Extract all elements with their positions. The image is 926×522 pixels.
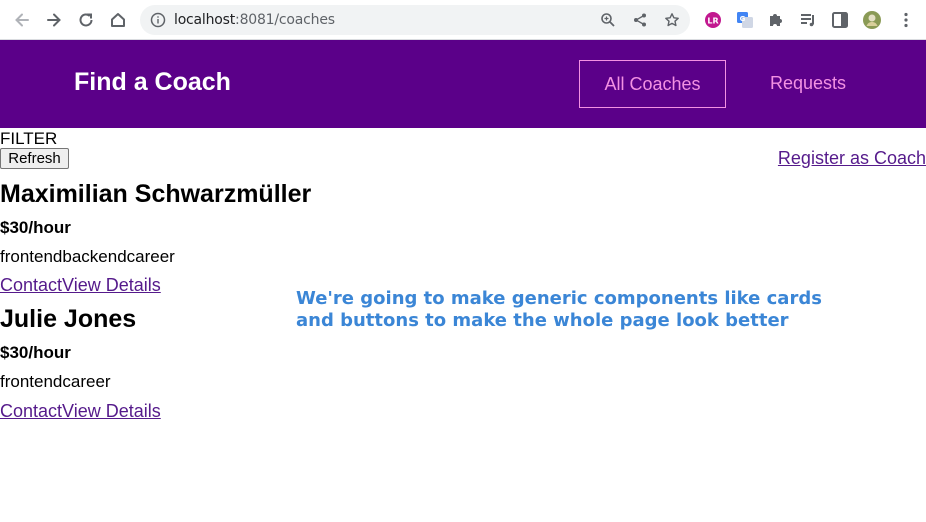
forward-arrow-icon (47, 13, 61, 27)
coach-areas: frontendbackendcareer (0, 247, 175, 266)
annotation-caption: We're going to make generic components l… (296, 288, 896, 332)
puzzle-extensions-icon[interactable] (766, 10, 786, 30)
zoom-icon[interactable] (600, 12, 616, 28)
refresh-button[interactable]: Refresh (0, 148, 69, 169)
view-details-link[interactable]: View Details (62, 275, 161, 295)
coach-areas: frontendcareer (0, 372, 111, 391)
app-title[interactable]: Find a Coach (74, 68, 231, 97)
url-text: localhost:8081/coaches (174, 12, 335, 28)
reading-list-icon[interactable] (798, 10, 818, 30)
nav-all-coaches[interactable]: All Coaches (579, 60, 726, 108)
contact-link[interactable]: Contact (0, 275, 62, 295)
browser-menu-icon[interactable] (896, 10, 916, 30)
home-button[interactable] (106, 8, 130, 32)
svg-text:LR: LR (707, 17, 718, 26)
reload-button[interactable] (74, 8, 98, 32)
bookmark-star-icon[interactable] (664, 12, 680, 28)
nav-requests[interactable]: Requests (740, 60, 876, 108)
info-icon[interactable] (150, 12, 166, 28)
share-icon[interactable] (632, 12, 648, 28)
svg-text:G: G (740, 15, 746, 23)
side-panel-icon[interactable] (830, 10, 850, 30)
forward-button[interactable] (42, 8, 66, 32)
extension-lr-icon[interactable]: LR (703, 10, 723, 30)
translate-extension-icon[interactable]: G (735, 10, 755, 30)
contact-link[interactable]: Contact (0, 401, 62, 421)
back-arrow-icon (15, 13, 29, 27)
annotation-line: We're going to make generic components l… (296, 288, 822, 309)
coach-name: Julie Jones (0, 305, 137, 333)
coach-rate: $30/hour (0, 343, 71, 362)
profile-avatar-icon[interactable] (862, 10, 882, 30)
home-icon (111, 13, 125, 27)
app-header: Find a Coach All Coaches Requests (0, 40, 926, 128)
coach-rate: $30/hour (0, 218, 71, 237)
view-details-link[interactable]: View Details (62, 401, 161, 421)
annotation-line: and buttons to make the whole page look … (296, 310, 789, 331)
back-button[interactable] (10, 8, 34, 32)
register-as-coach-link[interactable]: Register as Coach (778, 148, 926, 169)
coach-actions: ContactView Details (0, 275, 161, 296)
filter-label: FILTER (0, 129, 58, 148)
coach-name: Maximilian Schwarzmüller (0, 180, 312, 208)
coach-actions: ContactView Details (0, 401, 161, 422)
address-bar[interactable]: localhost:8081/coaches (140, 5, 690, 35)
browser-toolbar: localhost:8081/coaches LR G (0, 0, 926, 40)
reload-icon (79, 13, 93, 27)
